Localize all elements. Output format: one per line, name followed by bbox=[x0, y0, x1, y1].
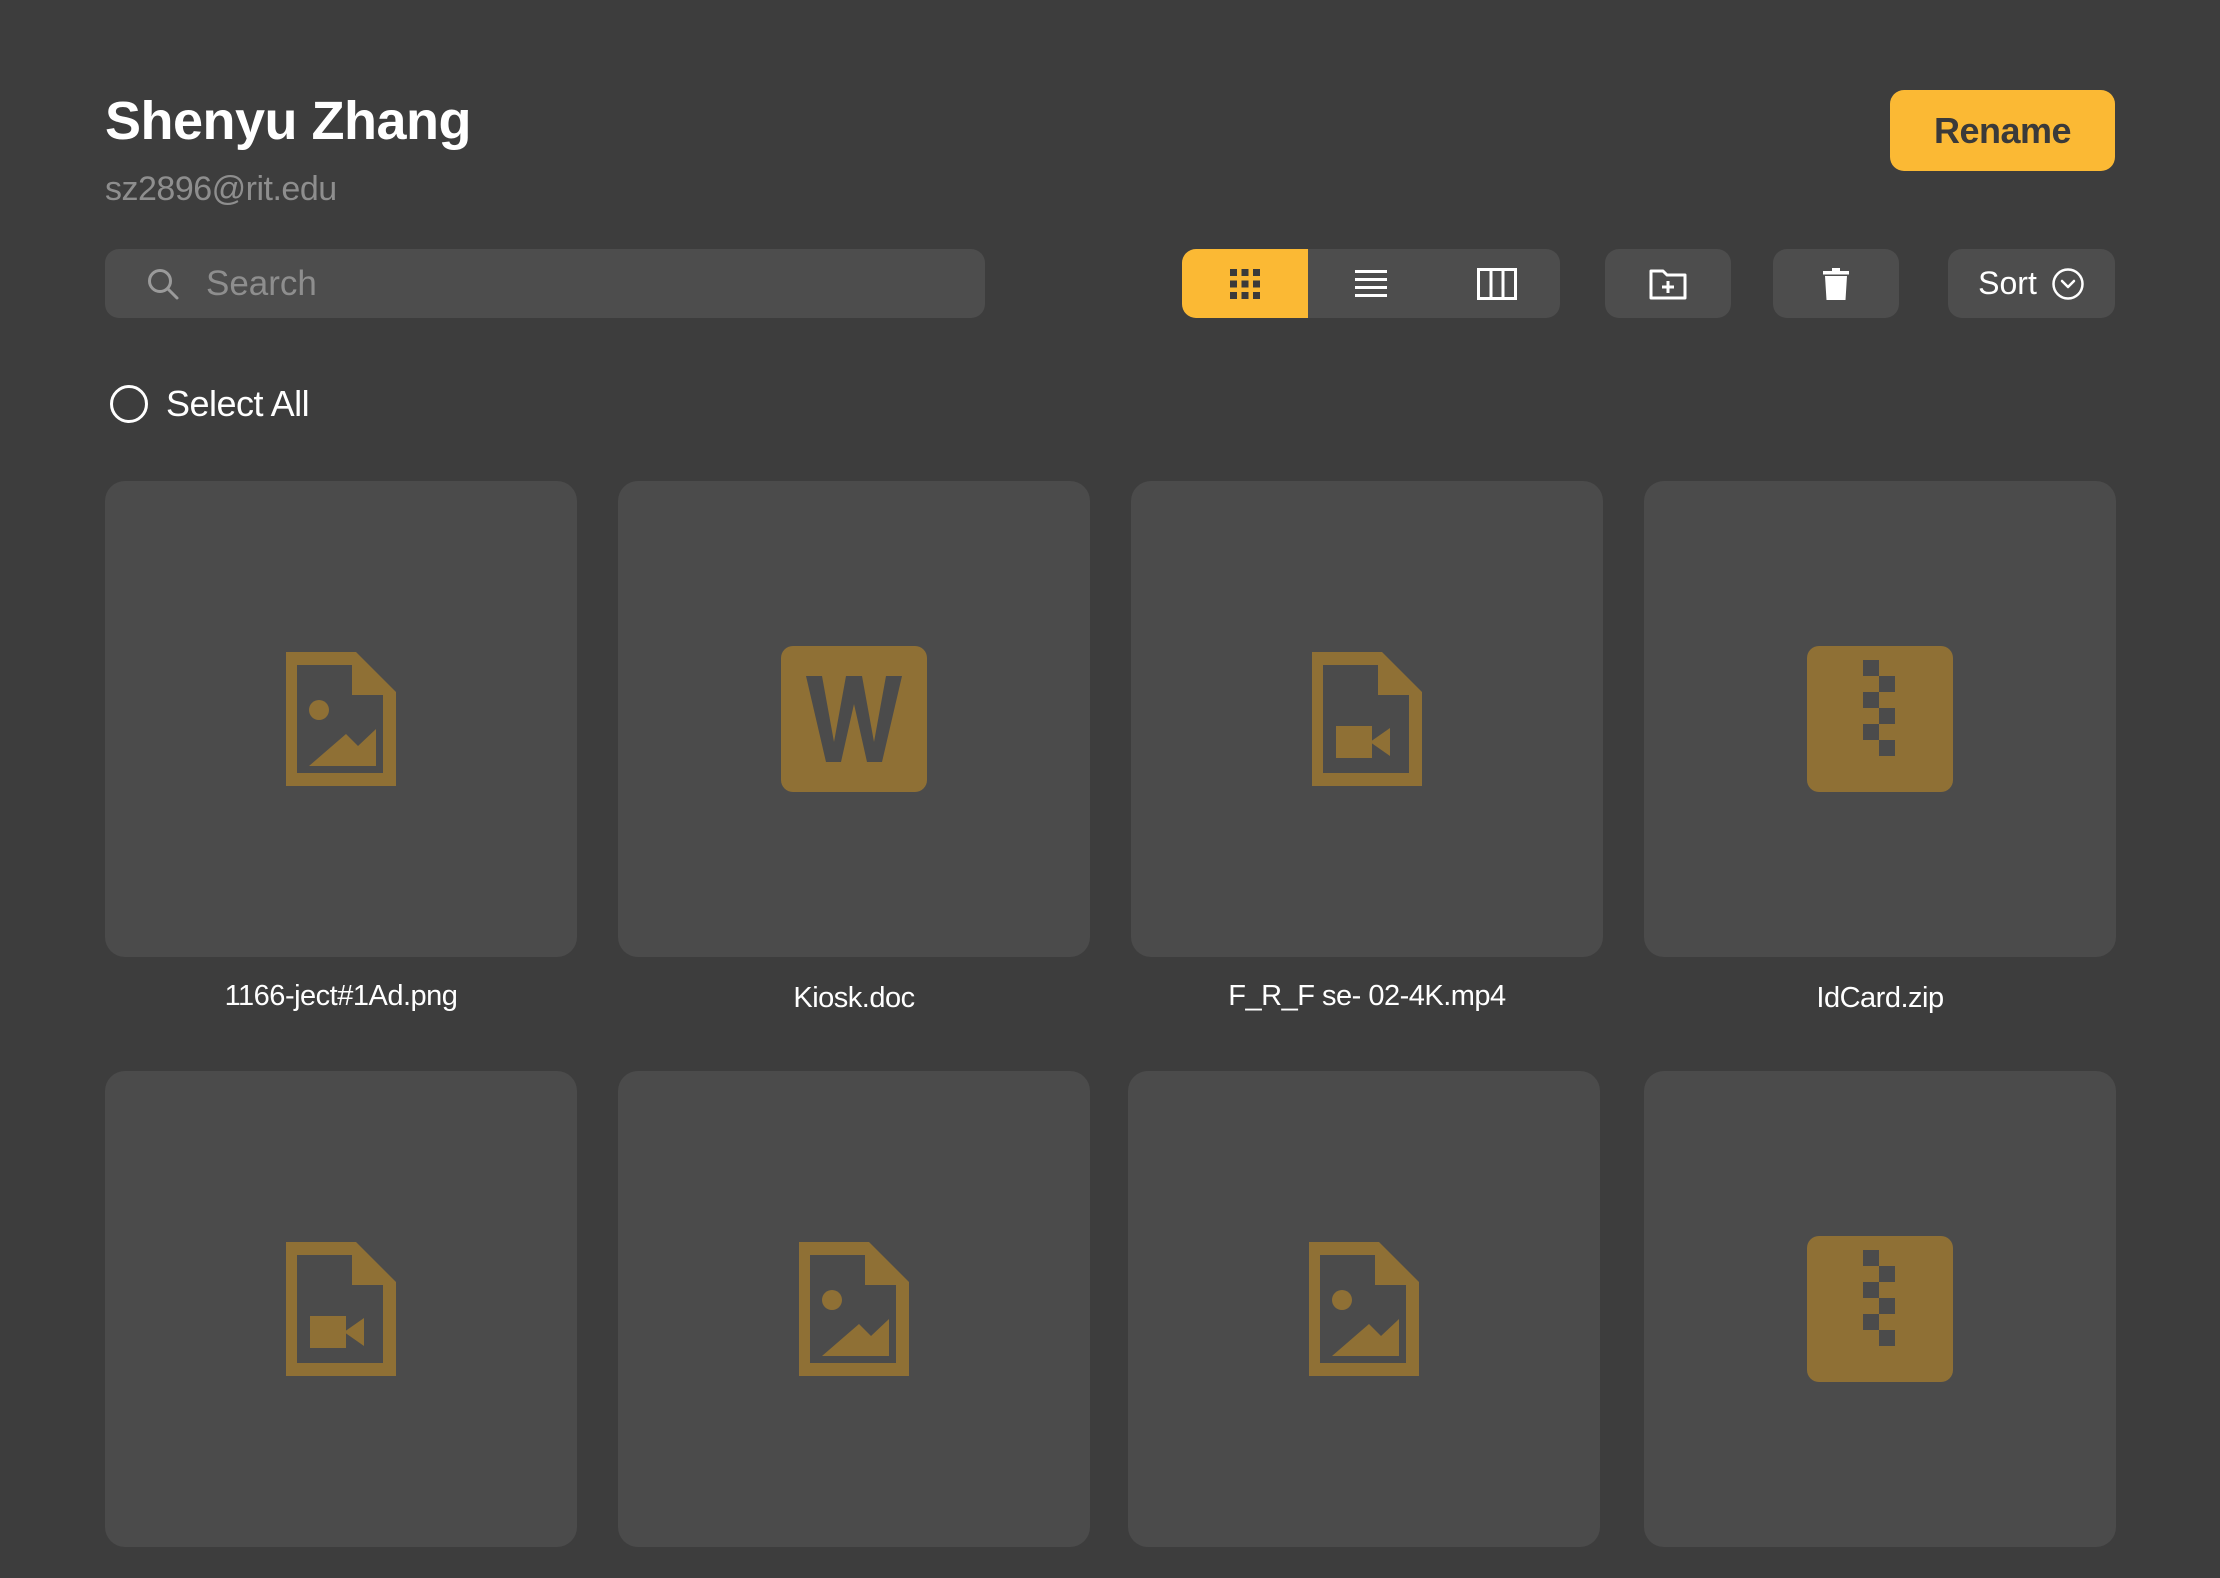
delete-button[interactable] bbox=[1773, 249, 1899, 318]
zip-archive-icon bbox=[1807, 646, 1953, 792]
grid-icon bbox=[1230, 268, 1260, 299]
search-input[interactable] bbox=[206, 263, 985, 304]
new-folder-button[interactable] bbox=[1605, 249, 1731, 318]
image-file-icon bbox=[1291, 1236, 1437, 1382]
column-view-button[interactable] bbox=[1434, 249, 1560, 318]
image-file-icon bbox=[268, 646, 414, 792]
file-name: F_R_F se- 02-4K.mp4 bbox=[1228, 980, 1506, 1012]
video-file-icon bbox=[1294, 646, 1440, 792]
new-folder-icon bbox=[1649, 268, 1687, 300]
user-name: Shenyu Zhang bbox=[105, 91, 472, 151]
select-all-toggle[interactable]: Select All bbox=[110, 383, 310, 425]
image-file-icon bbox=[781, 1236, 927, 1382]
file-card[interactable] bbox=[1644, 481, 2116, 957]
file-card[interactable] bbox=[105, 481, 577, 957]
sort-button[interactable]: Sort bbox=[1948, 249, 2115, 318]
search-bar[interactable] bbox=[105, 249, 985, 318]
file-name: IdCard.zip bbox=[1816, 982, 1944, 1014]
file-card[interactable] bbox=[618, 481, 1090, 957]
file-name: Kiosk.doc bbox=[793, 982, 915, 1014]
columns-icon bbox=[1477, 267, 1517, 300]
file-manager-page: Shenyu Zhang sz2896@rit.edu Rename Searc… bbox=[0, 0, 2220, 1578]
file-card[interactable] bbox=[618, 1071, 1090, 1547]
zip-archive-icon bbox=[1807, 1236, 1953, 1382]
select-all-radio[interactable] bbox=[110, 385, 148, 423]
sort-label: Sort bbox=[1978, 265, 2037, 301]
file-name: 1166-ject#1Ad.png bbox=[224, 980, 458, 1012]
search-icon bbox=[146, 267, 180, 301]
file-card[interactable] bbox=[1644, 1071, 2116, 1547]
file-card[interactable] bbox=[1131, 481, 1603, 957]
rename-button[interactable]: Rename bbox=[1890, 90, 2115, 171]
video-file-icon bbox=[268, 1236, 414, 1382]
file-card[interactable] bbox=[1128, 1071, 1600, 1547]
select-all-label: Select All bbox=[166, 383, 310, 424]
view-mode-toggle bbox=[1182, 249, 1560, 318]
grid-view-button[interactable] bbox=[1182, 249, 1308, 318]
file-card[interactable] bbox=[105, 1071, 577, 1547]
user-email: sz2896@rit.edu bbox=[105, 170, 337, 208]
trash-icon bbox=[1823, 267, 1849, 300]
list-icon bbox=[1355, 269, 1387, 299]
chevron-down-circle-icon bbox=[2051, 267, 2085, 301]
word-doc-icon bbox=[781, 646, 927, 792]
list-view-button[interactable] bbox=[1308, 249, 1434, 318]
